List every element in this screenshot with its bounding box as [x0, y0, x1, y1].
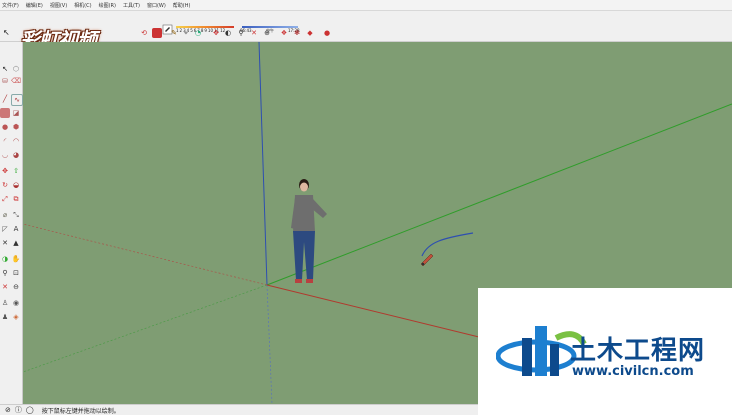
zoom-window-icon[interactable]: ⊕	[262, 28, 272, 38]
offset-icon[interactable]: ⧉	[11, 194, 21, 204]
pie-icon[interactable]: ◕	[11, 150, 21, 160]
menu-help[interactable]: 帮助(H)	[173, 2, 191, 9]
top-toolbar: ↖ 1 2 3 4 5 6 7 8 9 10 11 12 06:43 中午 17…	[0, 11, 732, 52]
look-around-icon[interactable]: ◉	[11, 298, 21, 308]
axes-icon[interactable]: ✕	[0, 238, 10, 248]
three-point-arc-icon[interactable]: ◡	[0, 150, 10, 160]
red-axis-positive	[266, 284, 484, 339]
paint-bucket-icon[interactable]: ⛁	[0, 76, 10, 86]
tape-measure-icon[interactable]: ⌖	[181, 28, 191, 38]
shadow-icon[interactable]: ●	[322, 28, 332, 38]
zoom-icon[interactable]: ⚲	[0, 268, 10, 278]
warehouse-icon[interactable]: ❖	[279, 28, 289, 38]
blue-axis-up	[258, 42, 268, 286]
make-component-icon[interactable]: ⬡	[11, 64, 21, 74]
color-picker-icon[interactable]: ⟲	[139, 28, 149, 38]
zoom-extents-icon[interactable]: ✕	[0, 282, 10, 292]
credits-icon[interactable]: ⓘ	[15, 405, 22, 415]
red-axis-negative	[23, 223, 268, 286]
rotated-rectangle-icon[interactable]: ◪	[11, 108, 21, 118]
3d-text-icon[interactable]: ▲	[11, 238, 21, 248]
menu-file[interactable]: 文件(F)	[2, 2, 19, 9]
menu-tools[interactable]: 工具(T)	[123, 2, 140, 9]
watermark-title: 土木工程网	[570, 336, 706, 366]
tape-icon[interactable]: ⌀	[0, 210, 10, 220]
blue-axis-down	[266, 284, 273, 404]
menu-window[interactable]: 窗口(W)	[147, 2, 166, 9]
previous-view-icon[interactable]: ⊖	[11, 282, 21, 292]
push-pull-icon[interactable]: ⇧	[11, 166, 21, 176]
month-tick-9: 9	[204, 28, 207, 33]
text-icon[interactable]: A	[11, 224, 21, 234]
menu-edit[interactable]: 编辑(E)	[26, 2, 43, 9]
move-icon[interactable]: ✥	[211, 28, 221, 38]
follow-me-icon[interactable]: ◒	[11, 180, 21, 190]
zoom-window-icon[interactable]: ⊡	[11, 268, 21, 278]
select-icon[interactable]: ↖	[0, 64, 10, 74]
polygon-icon[interactable]: ⬢	[11, 122, 21, 132]
orbit-icon[interactable]: ◑	[0, 254, 10, 264]
freehand-curve	[421, 232, 474, 257]
extension-icon[interactable]: ❃	[292, 28, 302, 38]
zoom-extents-icon[interactable]: ✕	[249, 28, 259, 38]
status-hint-text: 按下鼠标左键并拖动以绘制。	[41, 407, 120, 415]
left-toolbar: ↖ ⬡ ⛁ ⌫ ╱ ∿ ◪ ● ⬢ ◜ ◠ ◡ ◕ ✥ ⇧ ↻ ◒ ⤢ ⧉ ⌀ …	[0, 42, 23, 404]
orbit-view-icon[interactable]: ◐	[223, 28, 233, 38]
watermark-overlay: 土木工程网 www.civilcn.com	[478, 288, 732, 415]
eraser-icon[interactable]: ⌫	[11, 76, 21, 86]
pencil-icon[interactable]: ✎	[169, 28, 179, 38]
walk-icon[interactable]: ♟	[0, 312, 10, 322]
menu-draw[interactable]: 绘图(R)	[99, 2, 116, 9]
arc-icon[interactable]: ◜	[0, 136, 10, 146]
make-component-icon[interactable]	[152, 28, 162, 38]
zoom-icon[interactable]: ⚲	[236, 28, 246, 38]
circle-icon[interactable]: ●	[0, 122, 10, 132]
move-icon[interactable]: ✥	[0, 166, 10, 176]
green-axis-positive	[266, 103, 732, 286]
rotate-icon[interactable]: ↻	[0, 180, 10, 190]
pencil-cursor-icon	[420, 253, 434, 267]
select-arrow-icon[interactable]: ↖	[3, 28, 10, 37]
menu-camera[interactable]: 相机(C)	[74, 2, 91, 9]
dimension-icon[interactable]: ⤡	[11, 210, 21, 220]
section-icon[interactable]: ◈	[11, 312, 21, 322]
person-figure	[291, 179, 327, 283]
menu-view[interactable]: 视图(V)	[50, 2, 67, 9]
scale-icon[interactable]: ⤢	[0, 194, 10, 204]
protractor-icon[interactable]: ◸	[0, 224, 10, 234]
geo-location-icon[interactable]: ⊘	[5, 406, 11, 414]
protractor-icon[interactable]: ◔	[193, 28, 203, 38]
menu-bar: 文件(F) 编辑(E) 视图(V) 相机(C) 绘图(R) 工具(T) 窗口(W…	[0, 0, 732, 11]
pan-icon[interactable]: ✋	[11, 254, 21, 264]
two-point-arc-icon[interactable]: ◠	[11, 136, 21, 146]
ruby-icon[interactable]: ◆	[305, 28, 315, 38]
green-axis-negative	[23, 284, 268, 373]
freehand-icon[interactable]: ∿	[11, 94, 23, 106]
rectangle-icon[interactable]	[0, 108, 10, 118]
position-camera-icon[interactable]: ♙	[0, 298, 10, 308]
line-icon[interactable]: ╱	[0, 94, 10, 104]
watermark-url: www.civilcn.com	[572, 364, 694, 379]
user-icon[interactable]: ◯	[26, 406, 34, 414]
